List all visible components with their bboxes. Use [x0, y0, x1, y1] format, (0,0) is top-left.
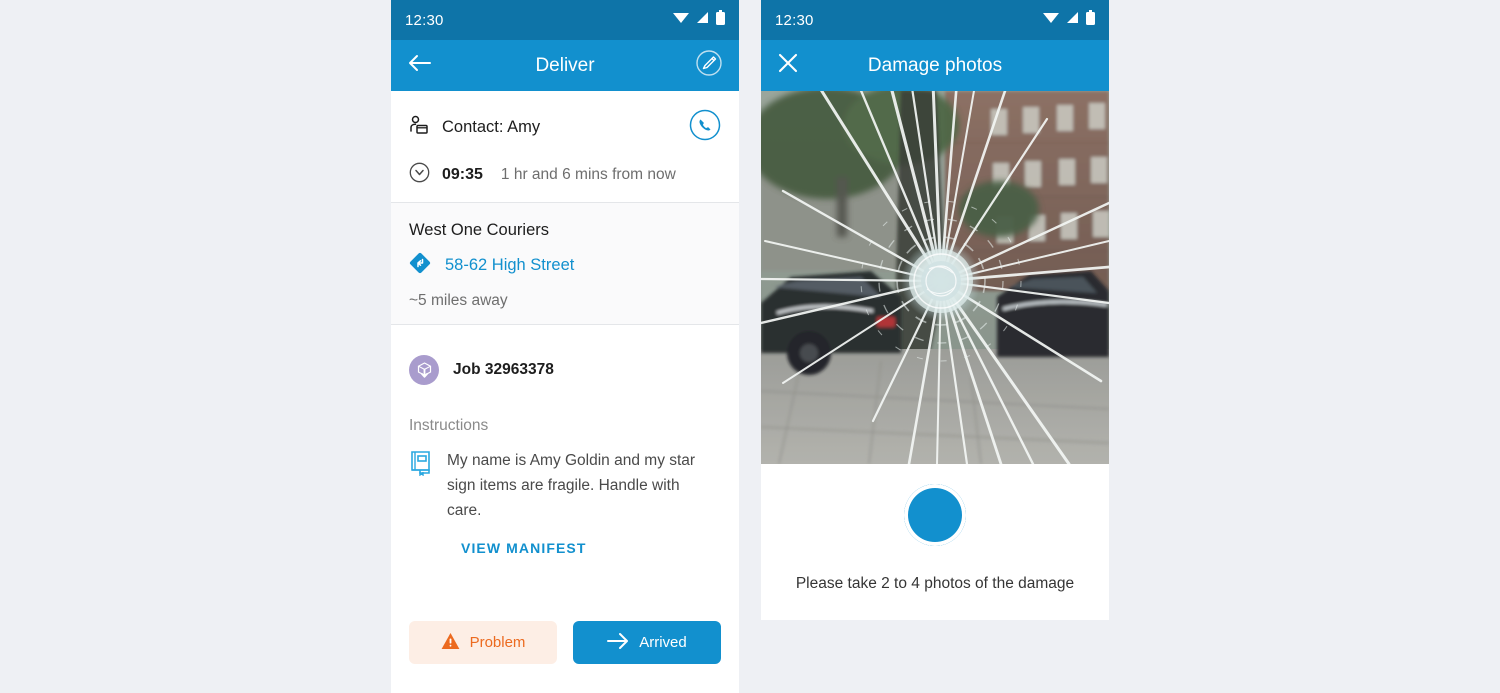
arrived-button-label: Arrived: [639, 634, 687, 651]
phone-icon: [689, 109, 721, 145]
action-bar: Problem Arrived: [391, 621, 739, 664]
signal-icon: [696, 11, 709, 29]
contact-person-icon: [409, 115, 430, 141]
job-section: Job 32963378 Instructions My name is Amy…: [391, 325, 739, 556]
camera-controls: Please take 2 to 4 photos of the damage: [761, 464, 1109, 620]
problem-button-label: Problem: [469, 634, 526, 651]
status-bar-icons: [1043, 10, 1095, 30]
camera-shutter-button[interactable]: [904, 484, 966, 546]
call-button[interactable]: [689, 109, 721, 146]
signal-icon: [1066, 11, 1079, 29]
phone-screen-deliver: 12:30 Deliver Contact: Amy 09:35 1 hr an…: [391, 0, 739, 693]
job-row: Job 32963378: [409, 355, 721, 385]
view-manifest-link[interactable]: VIEW MANIFEST: [461, 540, 721, 556]
close-button[interactable]: [777, 52, 799, 79]
manifest-book-icon: [409, 450, 433, 481]
time-window-row: 09:35 1 hr and 6 mins from now: [409, 162, 721, 188]
time-value: 09:35: [442, 166, 483, 183]
directions-diamond-icon: [409, 252, 431, 279]
instructions-text: My name is Amy Goldin and my star sign i…: [447, 452, 696, 519]
close-x-icon: [777, 52, 799, 79]
wifi-icon: [673, 11, 689, 29]
distance-text: ~5 miles away: [409, 292, 508, 309]
status-bar-time: 12:30: [405, 11, 444, 29]
instructions-heading: Instructions: [409, 417, 489, 434]
status-bar-icons: [673, 10, 725, 30]
arrow-right-icon: [607, 632, 629, 654]
signature-button[interactable]: [695, 49, 723, 82]
battery-icon: [716, 10, 725, 30]
app-bar-damage-photos: Damage photos: [761, 40, 1109, 91]
address-row[interactable]: 58-62 High Street: [409, 252, 721, 279]
status-bar: 12:30: [391, 0, 739, 40]
app-bar-deliver: Deliver: [391, 40, 739, 91]
warning-triangle-icon: [441, 632, 460, 654]
location-section: West One Couriers 58-62 High Street ~5 m…: [391, 203, 739, 325]
instructions-row: My name is Amy Goldin and my star sign i…: [409, 448, 721, 523]
contact-section: Contact: Amy 09:35 1 hr and 6 mins from …: [391, 91, 739, 203]
time-relative: 1 hr and 6 mins from now: [500, 166, 676, 183]
contact-row: Contact: Amy: [409, 109, 721, 146]
page-title: Damage photos: [867, 54, 1003, 76]
signature-pen-icon: [695, 49, 723, 82]
status-bar-time: 12:30: [775, 11, 814, 29]
phone-screen-damage-photos: 12:30 Damage photos Please take 2 to 4 p…: [761, 0, 1109, 620]
damage-photo: [761, 91, 1109, 464]
wifi-icon: [1043, 11, 1059, 29]
back-button[interactable]: [407, 53, 431, 78]
arrived-button[interactable]: Arrived: [573, 621, 721, 664]
contact-left: Contact: Amy: [409, 115, 540, 141]
back-arrow-icon: [407, 53, 431, 78]
camera-hint-text: Please take 2 to 4 photos of the damage: [795, 575, 1075, 592]
problem-button[interactable]: Problem: [409, 621, 557, 664]
address-text: 58-62 High Street: [445, 256, 575, 274]
clock-icon: [409, 162, 430, 188]
job-label: Job 32963378: [453, 361, 554, 378]
company-name: West One Couriers: [409, 221, 549, 239]
contact-name: Contact: Amy: [442, 118, 541, 136]
battery-icon: [1086, 10, 1095, 30]
parcel-dropoff-icon: [409, 355, 439, 385]
page-title: Deliver: [535, 54, 595, 76]
status-bar: 12:30: [761, 0, 1109, 40]
